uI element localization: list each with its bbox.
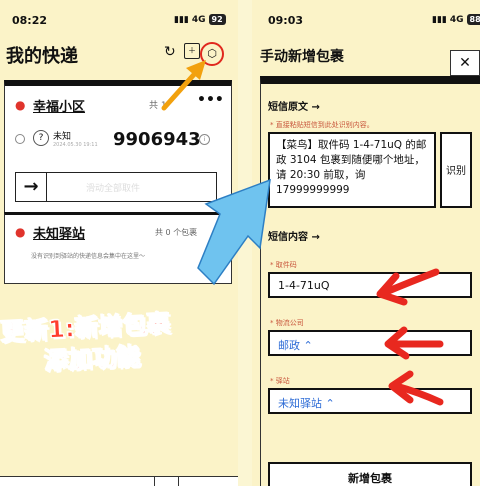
annotation-arrows — [161, 60, 444, 406]
blue-arrow — [197, 178, 271, 286]
red-arrow-station — [388, 370, 444, 406]
red-arrow-code — [376, 268, 440, 306]
red-arrow-company — [384, 326, 444, 360]
orange-arrow — [161, 60, 206, 111]
